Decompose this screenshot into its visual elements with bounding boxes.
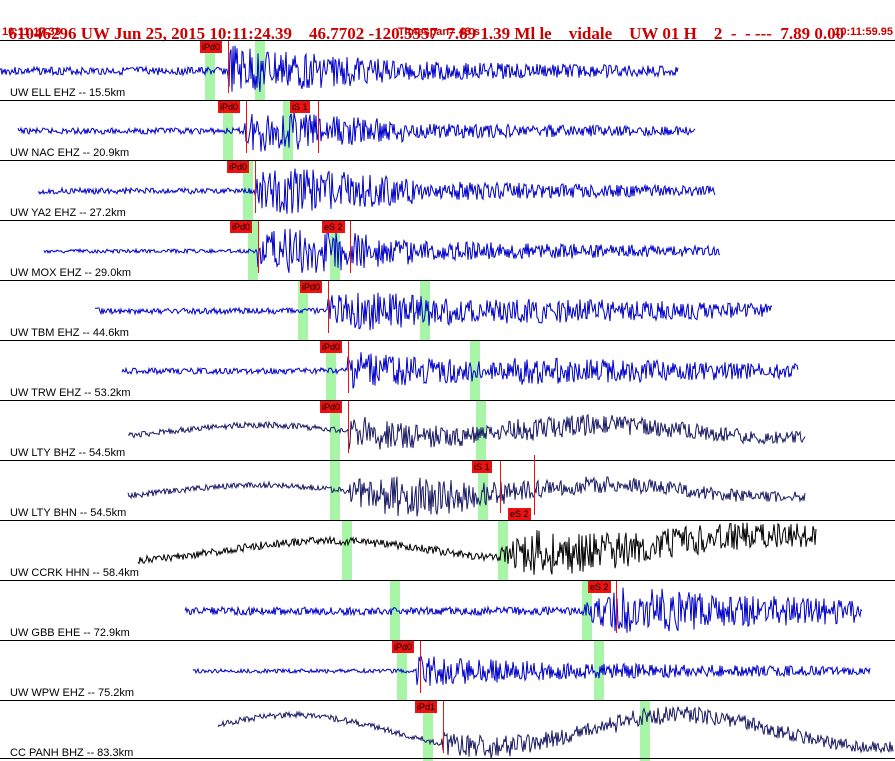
- waveform-line: [127, 476, 806, 517]
- waveform-panel[interactable]: iPd1 CC PANH BHZ -- 83.3km: [0, 700, 895, 761]
- seismogram-trace: [127, 413, 806, 450]
- seismogram-trace: [127, 476, 806, 517]
- seismogram-trace: [121, 352, 799, 389]
- waveform-panel[interactable]: iPd0 UW ELL EHZ -- 15.5km: [0, 40, 895, 101]
- phase-pick-label[interactable]: iPd0: [392, 641, 415, 653]
- seismogram-trace: [192, 655, 871, 686]
- seismogram-trace: [37, 168, 716, 214]
- seismogram-trace: [17, 112, 696, 152]
- phase-pick-line[interactable]: [318, 101, 319, 153]
- phase-pick-label[interactable]: eS 2: [508, 508, 531, 520]
- waveform-panel[interactable]: iS 1 eS 2 UW LTY BHN -- 54.5km: [0, 455, 895, 521]
- waveform-panel[interactable]: iPd0 UW WPW EHZ -- 75.2km: [0, 640, 895, 701]
- waveform-line: [121, 352, 799, 389]
- phase-pick-label[interactable]: iPd0: [218, 101, 241, 113]
- phase-pick-label[interactable]: iS 1: [472, 461, 492, 473]
- waveform-line: [43, 228, 721, 273]
- phase-pick-label[interactable]: iPd0: [320, 401, 343, 413]
- event-header: 61046296 UW Jun 25, 2015 10:11:24.39 46.…: [0, 1, 895, 43]
- phase-pick-line[interactable]: [500, 461, 501, 513]
- panel-divider: [0, 758, 895, 759]
- waveform-line: [0, 45, 679, 92]
- phase-pick-line[interactable]: [420, 641, 421, 693]
- seismogram-trace: [0, 45, 679, 92]
- seismogram-trace: [217, 705, 894, 759]
- waveform-line: [37, 168, 716, 214]
- channel-label: UW NAC EHZ -- 20.9km: [10, 147, 130, 159]
- waveform-line: [17, 112, 696, 152]
- seismogram-trace: [184, 587, 863, 633]
- phase-pick-line[interactable]: [228, 41, 229, 93]
- phase-pick-label[interactable]: iPd0: [227, 161, 250, 173]
- channel-label: UW CCRK HHN -- 58.4km: [10, 567, 139, 579]
- waveform-line: [137, 522, 817, 575]
- channel-label: UW YA2 EHZ -- 27.2km: [10, 207, 126, 219]
- phase-pick-line[interactable]: [348, 341, 349, 393]
- waveform-panel[interactable]: iPd0 UW LTY BHZ -- 54.5km: [0, 400, 895, 461]
- end-time: 10:11:59.95: [834, 26, 893, 38]
- waveform-panel[interactable]: UW CCRK HHN -- 58.4km: [0, 520, 895, 581]
- timespan-label: Timespan= 43 s: [398, 26, 481, 38]
- phase-pick-label[interactable]: iPd0: [300, 281, 323, 293]
- seismogram-trace: [43, 228, 721, 273]
- phase-pick-line[interactable]: [350, 221, 351, 273]
- start-time: 10:11:17.33: [2, 26, 61, 38]
- channel-label: UW LTY BHN -- 54.5km: [10, 507, 127, 519]
- channel-label: UW GBB EHE -- 72.9km: [10, 627, 130, 639]
- waveform-panel[interactable]: eS 2 UW GBB EHE -- 72.9km: [0, 580, 895, 641]
- channel-label: UW LTY BHZ -- 54.5km: [10, 447, 126, 459]
- channel-label: UW WPW EHZ -- 75.2km: [10, 687, 135, 699]
- time-bar: 10:11:17.33 Timespan= 43 s 10:11:59.95: [0, 25, 895, 39]
- waveform-line: [127, 413, 806, 450]
- seismogram-trace: [94, 292, 773, 331]
- channel-label: UW ELL EHZ -- 15.5km: [10, 87, 126, 99]
- waveform-panel[interactable]: iPd0 UW TBM EHZ -- 44.6km: [0, 280, 895, 341]
- phase-pick-line[interactable]: [258, 221, 259, 273]
- waveform-panel[interactable]: iPd0 eS 2 UW MOX EHZ -- 29.0km: [0, 220, 895, 281]
- phase-pick-line[interactable]: [328, 281, 329, 333]
- phase-pick-label[interactable]: iPd0: [200, 41, 223, 53]
- waveform-panel[interactable]: iPd0 iS 1 UW NAC EHZ -- 20.9km: [0, 100, 895, 161]
- waveform-panel[interactable]: iPd0 UW YA2 EHZ -- 27.2km: [0, 160, 895, 221]
- channel-label: UW MOX EHZ -- 29.0km: [10, 267, 132, 279]
- phase-pick-label[interactable]: iPd1: [415, 701, 438, 713]
- phase-pick-line[interactable]: [348, 401, 349, 453]
- channel-label: UW TBM EHZ -- 44.6km: [10, 327, 129, 339]
- waveform-line: [192, 655, 871, 686]
- phase-pick-label[interactable]: iPd0: [320, 341, 343, 353]
- phase-pick-label[interactable]: iPd0: [230, 221, 253, 233]
- waveform-line: [217, 705, 894, 759]
- phase-pick-line[interactable]: [246, 101, 247, 153]
- phase-pick-label[interactable]: eS 2: [588, 581, 611, 593]
- waveform-panel[interactable]: iPd0 UW TRW EHZ -- 53.2km: [0, 340, 895, 401]
- channel-label: UW TRW EHZ -- 53.2km: [10, 387, 131, 399]
- waveform-line: [184, 587, 863, 633]
- waveform-line: [94, 292, 773, 331]
- phase-pick-line[interactable]: [443, 701, 444, 753]
- phase-pick-line[interactable]: [616, 581, 617, 633]
- phase-pick-label[interactable]: iS 1: [290, 101, 310, 113]
- phase-pick-label[interactable]: eS 2: [322, 221, 345, 233]
- phase-pick-line[interactable]: [255, 161, 256, 213]
- phase-pick-line[interactable]: [534, 455, 535, 515]
